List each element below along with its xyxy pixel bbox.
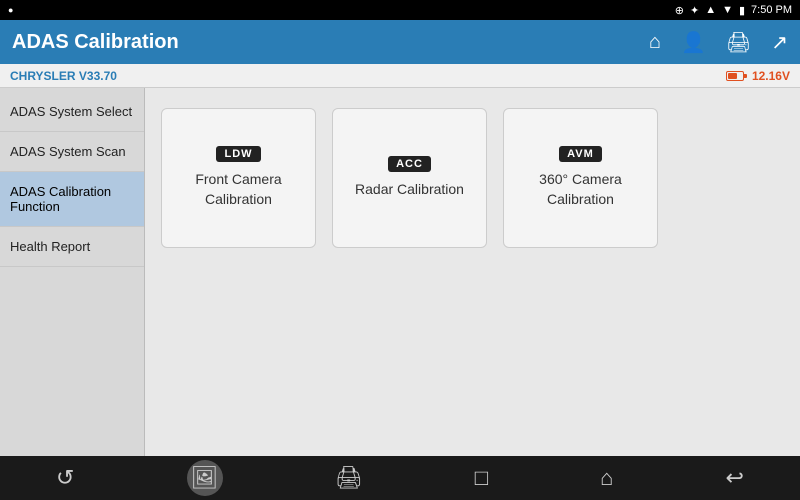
sidebar-item-adas-system-scan[interactable]: ADAS System Scan <box>0 132 144 172</box>
acc-badge: ACC <box>388 156 431 172</box>
refresh-nav-icon[interactable]: ↺ <box>56 465 74 491</box>
page-title: ADAS Calibration <box>12 31 179 54</box>
bluetooth-icon: ✦ <box>690 4 699 17</box>
voltage-display: 12.16V <box>726 69 790 83</box>
sidebar-item-health-report[interactable]: Health Report <box>0 227 144 267</box>
square-nav-icon[interactable]: □ <box>475 465 488 491</box>
sidebar: ADAS System Select ADAS System Scan ADAS… <box>0 88 145 456</box>
battery-status-icon: ▮ <box>739 4 745 17</box>
avm-label: 360° Camera Calibration <box>504 170 657 209</box>
ldw-card[interactable]: LDW Front Camera Calibration <box>161 108 316 248</box>
content-area: LDW Front Camera Calibration ACC Radar C… <box>145 88 800 456</box>
sub-header: CHRYSLER V33.70 12.16V <box>0 64 800 88</box>
time-display: 7:50 PM <box>751 4 792 16</box>
printer-nav-icon[interactable]: 🖨 <box>335 465 363 491</box>
back-nav-icon[interactable]: ↩ <box>725 465 743 491</box>
nav-bar: ↺ 🖼 🖨 □ ⌂ ↩ <box>0 456 800 500</box>
printer-icon[interactable]: 🖨 <box>726 30 751 55</box>
home-nav-icon[interactable]: ⌂ <box>600 465 613 491</box>
user-icon[interactable]: 👤 <box>681 30 706 55</box>
status-bar-left: ● <box>8 5 13 15</box>
ldw-badge: LDW <box>216 146 260 162</box>
main-area: ADAS System Select ADAS System Scan ADAS… <box>0 88 800 456</box>
header: ADAS Calibration ⌂ 👤 🖨 ↗ <box>0 20 800 64</box>
image-nav-icon[interactable]: 🖼 <box>187 460 223 496</box>
signal-icon: ▲ <box>705 4 716 16</box>
avm-badge: AVM <box>559 146 602 162</box>
battery-icon <box>726 71 744 81</box>
avm-card[interactable]: AVM 360° Camera Calibration <box>503 108 658 248</box>
acc-label: Radar Calibration <box>347 180 472 200</box>
acc-card[interactable]: ACC Radar Calibration <box>332 108 487 248</box>
wifi-icon: ▼ <box>722 4 733 16</box>
calibration-cards: LDW Front Camera Calibration ACC Radar C… <box>161 108 784 248</box>
home-icon[interactable]: ⌂ <box>649 31 661 54</box>
ldw-label: Front Camera Calibration <box>162 170 315 209</box>
vehicle-version: CHRYSLER V33.70 <box>10 69 117 83</box>
sidebar-item-adas-calibration-function[interactable]: ADAS Calibration Function <box>0 172 144 227</box>
status-bar: ● ⊕ ✦ ▲ ▼ ▮ 7:50 PM <box>0 0 800 20</box>
export-icon[interactable]: ↗ <box>771 30 788 55</box>
status-bar-right: ⊕ ✦ ▲ ▼ ▮ 7:50 PM <box>675 4 792 17</box>
gps-icon: ⊕ <box>675 4 684 17</box>
sidebar-item-adas-system-select[interactable]: ADAS System Select <box>0 92 144 132</box>
header-icons: ⌂ 👤 🖨 ↗ <box>649 30 788 55</box>
